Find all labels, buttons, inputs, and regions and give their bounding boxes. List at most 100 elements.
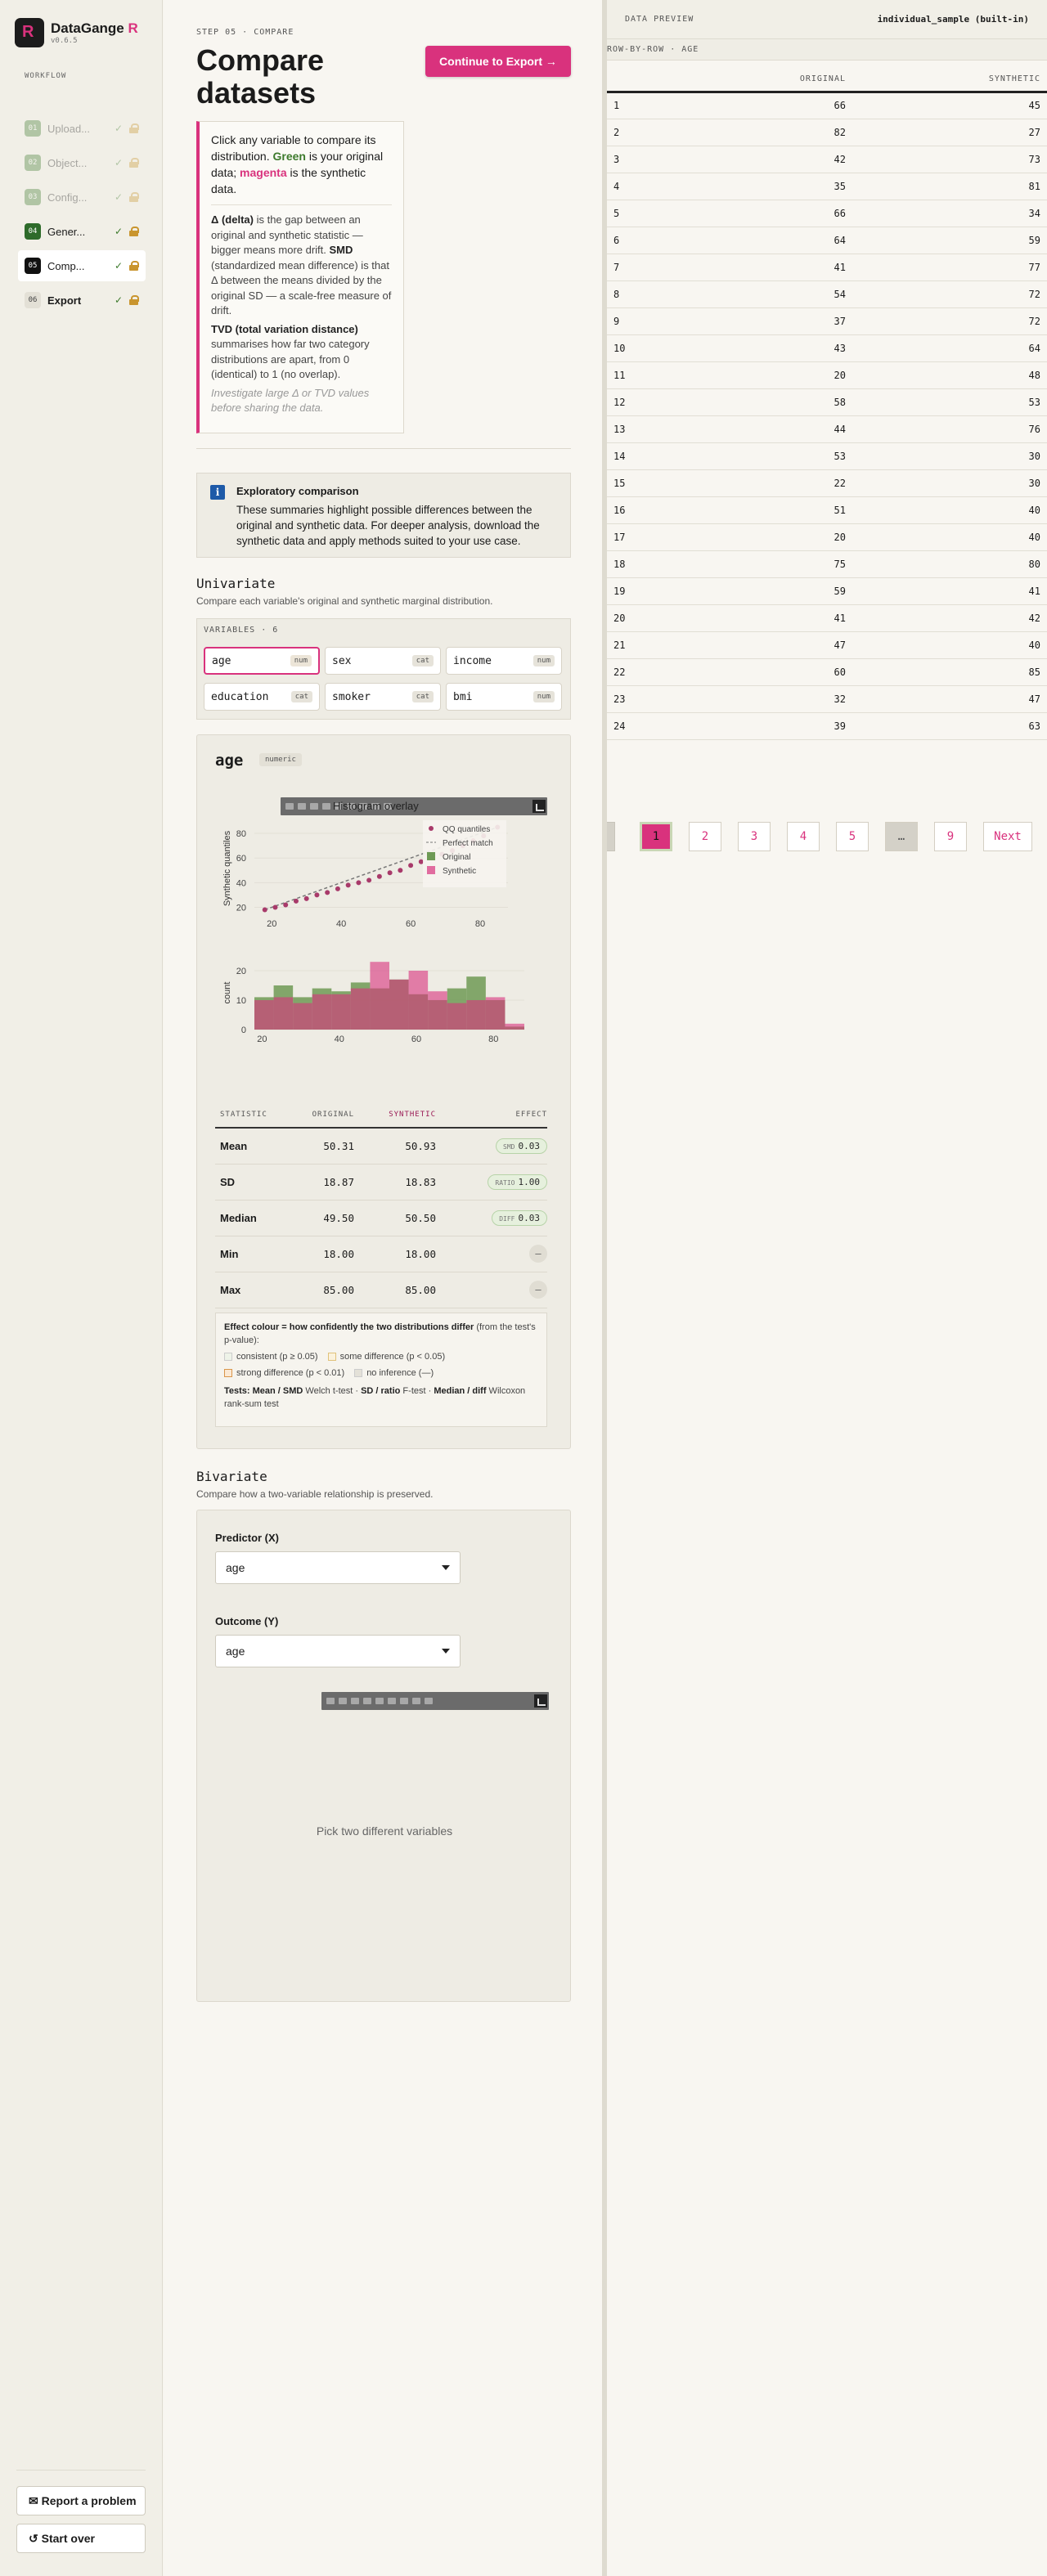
table-row: 15 22 30 [607, 469, 1047, 497]
variable-chip-smoker[interactable]: smoker cat [325, 683, 441, 711]
legend-label: Synthetic [443, 867, 476, 876]
qq-point [325, 890, 330, 895]
variable-chip-income[interactable]: income num [446, 647, 562, 675]
effect-pill: DIFF 0.03 [492, 1209, 547, 1226]
stat-row-min: Min 18.00 18.00— [215, 1236, 547, 1272]
variable-chip-sex[interactable]: sex cat [325, 647, 441, 675]
page-button-3[interactable]: 3 [738, 822, 771, 851]
continue-to-export-button[interactable]: Continue to Export → [425, 46, 571, 77]
original-cell: 64 [656, 227, 852, 254]
histogram-bar-synthetic [293, 1003, 312, 1030]
variables-panel: VARIABLES · 6 age num sex cat income num ed… [196, 618, 571, 720]
original-cell: 37 [656, 307, 852, 335]
stat-row-max: Max 85.00 85.00— [215, 1272, 547, 1308]
row-index: 24 [607, 712, 656, 740]
row-index: 13 [607, 415, 656, 443]
step-configure[interactable]: 03 Config... ✓ [18, 182, 146, 213]
workflow-label: WORKFLOW [25, 72, 67, 80]
step-compare[interactable]: 05 Comp... ✓ [18, 250, 146, 281]
notice-title: Exploratory comparison [236, 485, 359, 497]
home-icon[interactable] [425, 1698, 433, 1704]
lasso-icon[interactable] [375, 1698, 384, 1704]
page-button-1[interactable]: 1 [640, 822, 672, 851]
table-row: 5 66 34 [607, 200, 1047, 227]
y-tick-label: 10 [236, 996, 246, 1006]
bivariate-subtitle: Compare how a two-variable relationship … [196, 1488, 434, 1500]
table-row: 22 60 85 [607, 658, 1047, 686]
original-cell: 82 [656, 119, 852, 146]
histogram-bar-synthetic [331, 994, 351, 1030]
step-objective[interactable]: 02 Object... ✓ [18, 147, 146, 178]
original-cell: 66 [656, 92, 852, 119]
check-icon: ✓ [114, 123, 123, 134]
plot-toolbar[interactable] [321, 1692, 549, 1710]
box-select-icon[interactable] [363, 1698, 371, 1704]
synthetic-cell: 30 [852, 469, 1047, 497]
outcome-select[interactable]: age [215, 1635, 461, 1667]
page-button-9[interactable]: 9 [934, 822, 967, 851]
step-upload[interactable]: 01 Upload... ✓ [18, 113, 146, 144]
synthetic-cell: 47 [852, 685, 1047, 713]
autoscale-icon[interactable] [412, 1698, 420, 1704]
zoom-in-icon[interactable] [388, 1698, 396, 1704]
plotly-logo-icon[interactable] [534, 1694, 547, 1708]
y-tick-label: 60 [236, 854, 246, 864]
y-axis-label: count [222, 982, 232, 1004]
sidebar: R DataGange R v0.6.5 WORKFLOW 01 Upload..… [0, 0, 163, 2576]
row-index: 19 [607, 577, 656, 605]
y-tick-label: 20 [236, 903, 246, 913]
synthetic-cell: 40 [852, 496, 1047, 524]
row-index: 20 [607, 604, 656, 632]
pan-icon[interactable] [351, 1698, 359, 1704]
report-problem-button[interactable]: ✉ Report a problem [16, 2486, 146, 2515]
page-button-5[interactable]: 5 [836, 822, 869, 851]
step-label: STEP 05 · COMPARE [196, 28, 294, 37]
row-index: 1 [607, 92, 656, 119]
histogram-bar-synthetic [273, 997, 294, 1030]
zoom-out-icon[interactable] [400, 1698, 408, 1704]
variable-chip-education[interactable]: education cat [204, 683, 320, 711]
table-row: 13 44 76 [607, 415, 1047, 443]
chevron-down-icon [442, 1565, 450, 1570]
zoom-icon[interactable] [339, 1698, 347, 1704]
main-content: STEP 05 · COMPARE Compare datasets Conti… [164, 0, 602, 2576]
histogram-bar-synthetic [389, 979, 409, 1030]
original-cell: 47 [656, 631, 852, 659]
original-cell: 32 [656, 685, 852, 713]
variable-chip-age[interactable]: age num [204, 647, 320, 675]
predictor-label: Predictor (X) [215, 1532, 280, 1544]
bivariate-card: Predictor (X) age Outcome (Y) age Pick t… [196, 1510, 571, 2002]
stat-row-sd: SD 18.87 18.83 RATIO 1.00 [215, 1164, 547, 1200]
qq-point [262, 907, 267, 913]
synthetic-cell: 72 [852, 307, 1047, 335]
row-index: 11 [607, 361, 656, 389]
page-button-4[interactable]: 4 [787, 822, 820, 851]
table-row: 21 47 40 [607, 631, 1047, 659]
predictor-select[interactable]: age [215, 1551, 461, 1584]
row-index: 10 [607, 334, 656, 362]
preview-label: DATA PREVIEW [625, 15, 694, 24]
page-button-2[interactable]: 2 [689, 822, 721, 851]
stat-row-median: Median 49.50 50.50 DIFF 0.03 [215, 1200, 547, 1236]
hint-panel: Click any variable to compare its distri… [196, 121, 404, 433]
effect-pill: RATIO 1.00 [488, 1174, 547, 1190]
next-page-button[interactable]: Next [983, 822, 1032, 851]
camera-icon[interactable] [326, 1698, 335, 1704]
row-index: 14 [607, 442, 656, 470]
qq-point [272, 904, 278, 910]
step-export[interactable]: 06 Export ✓ [18, 285, 146, 316]
table-row: 20 41 42 [607, 604, 1047, 632]
step-generate[interactable]: 04 Gener... ✓ [18, 216, 146, 247]
check-icon: ✓ [114, 191, 123, 203]
original-cell: 58 [656, 388, 852, 416]
synthetic-cell: 34 [852, 200, 1047, 227]
start-over-button[interactable]: ↺ Start over [16, 2524, 146, 2553]
prev-page-button[interactable] [607, 822, 615, 851]
variable-chip-bmi[interactable]: bmi num [446, 683, 562, 711]
chevron-down-icon [442, 1649, 450, 1654]
original-cell: 51 [656, 496, 852, 524]
synthetic-cell: 80 [852, 550, 1047, 578]
table-row: 3 42 73 [607, 146, 1047, 173]
check-icon: ✓ [114, 157, 123, 168]
original-cell: 42 [656, 146, 852, 173]
